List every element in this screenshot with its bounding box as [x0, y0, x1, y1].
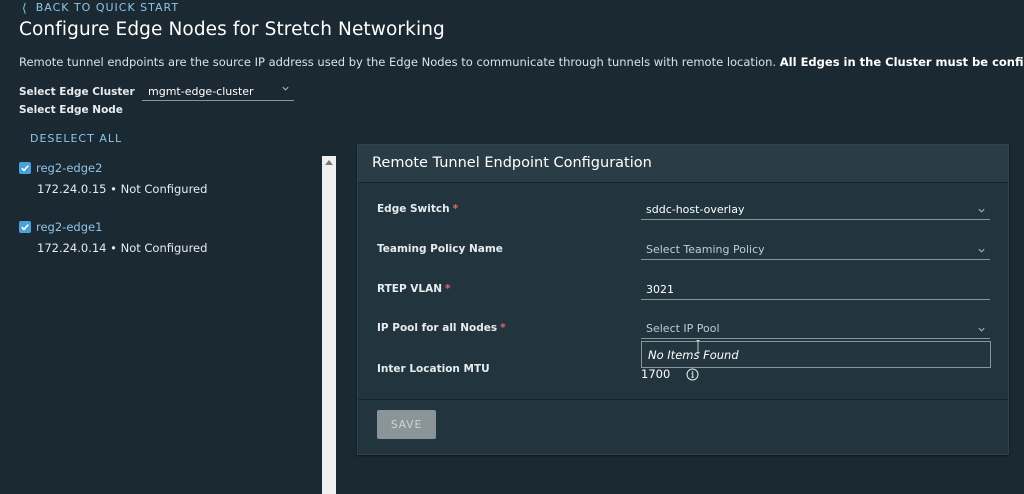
checkmark-icon [21, 165, 29, 172]
rtep-vlan-label-text: RTEP VLAN [377, 283, 443, 295]
edge-cluster-label: Select Edge Cluster [19, 86, 135, 98]
edge-node-label: Select Edge Node [19, 104, 123, 116]
edge-switch-select[interactable]: sddc-host-overlay [641, 200, 990, 220]
scroll-up-arrow-icon[interactable] [325, 160, 333, 165]
chevron-down-icon [282, 86, 289, 91]
ip-pool-label: IP Pool for all Nodes * [377, 322, 506, 334]
edge-node-name[interactable]: reg2-edge2 [36, 161, 102, 175]
mtu-label: Inter Location MTU [377, 363, 490, 375]
ip-pool-dropdown-menu: No Items Found [641, 341, 991, 368]
edge-cluster-select[interactable]: mgmt-edge-cluster [142, 83, 294, 101]
chevron-down-icon [978, 327, 985, 332]
edge-cluster-value: mgmt-edge-cluster [148, 85, 254, 98]
teaming-policy-placeholder: Select Teaming Policy [646, 243, 765, 256]
edge-node-status: 172.24.0.14 • Not Configured [37, 241, 208, 255]
page-title: Configure Edge Nodes for Stretch Network… [19, 19, 445, 40]
edge-switch-value: sddc-host-overlay [646, 203, 745, 216]
chevron-left-icon: ⟨ [22, 0, 28, 15]
back-to-quick-start-link[interactable]: ⟨ BACK TO QUICK START [22, 1, 179, 14]
teaming-policy-label: Teaming Policy Name [377, 243, 503, 255]
mtu-value: 1700 [641, 367, 671, 381]
ip-pool-placeholder: Select IP Pool [646, 322, 720, 335]
edge-node-item: reg2-edge1 172.24.0.14 • Not Configured [19, 220, 207, 255]
rtep-config-card: Remote Tunnel Endpoint Configuration Edg… [357, 144, 1009, 455]
description-bold-text: All Edges in the Cluster must be configu… [779, 55, 1024, 69]
required-marker: * [500, 322, 506, 334]
page: ⟨ BACK TO QUICK START Configure Edge Nod… [0, 0, 1024, 494]
page-description: Remote tunnel endpoints are the source I… [19, 55, 1024, 69]
text-cursor-icon [696, 340, 700, 353]
edge-node-status: 172.24.0.15 • Not Configured [37, 182, 208, 196]
chevron-down-icon [978, 208, 985, 213]
ip-pool-select[interactable]: Select IP Pool [641, 319, 990, 339]
back-link-label: BACK TO QUICK START [35, 1, 180, 14]
deselect-all-button[interactable]: DESELECT ALL [30, 132, 122, 145]
ip-pool-label-text: IP Pool for all Nodes [377, 322, 498, 334]
card-title: Remote Tunnel Endpoint Configuration [372, 155, 652, 171]
node-list-scrollbar[interactable] [322, 156, 336, 494]
edge-node-name[interactable]: reg2-edge1 [36, 220, 102, 234]
edge-node-checkbox[interactable] [19, 162, 31, 174]
rtep-vlan-input[interactable]: 3021 [641, 280, 990, 300]
no-items-found-message: No Items Found [648, 347, 739, 362]
required-marker: * [445, 283, 451, 295]
card-header: Remote Tunnel Endpoint Configuration [358, 145, 1008, 183]
edge-switch-label: Edge Switch * [377, 203, 458, 215]
edge-node-checkbox[interactable] [19, 221, 31, 233]
card-footer-divider [358, 399, 1008, 400]
chevron-down-icon [978, 248, 985, 253]
mtu-value-group: 1700 [641, 367, 699, 381]
required-marker: * [452, 203, 459, 215]
teaming-policy-select[interactable]: Select Teaming Policy [641, 240, 990, 260]
edge-switch-label-text: Edge Switch [377, 203, 450, 215]
rtep-vlan-label: RTEP VLAN * [377, 283, 451, 295]
save-button[interactable]: SAVE [377, 410, 436, 439]
edge-node-item: reg2-edge2 172.24.0.15 • Not Configured [19, 161, 207, 196]
description-text: Remote tunnel endpoints are the source I… [19, 55, 780, 69]
info-circle-icon[interactable] [686, 368, 699, 381]
checkmark-icon [21, 224, 29, 231]
